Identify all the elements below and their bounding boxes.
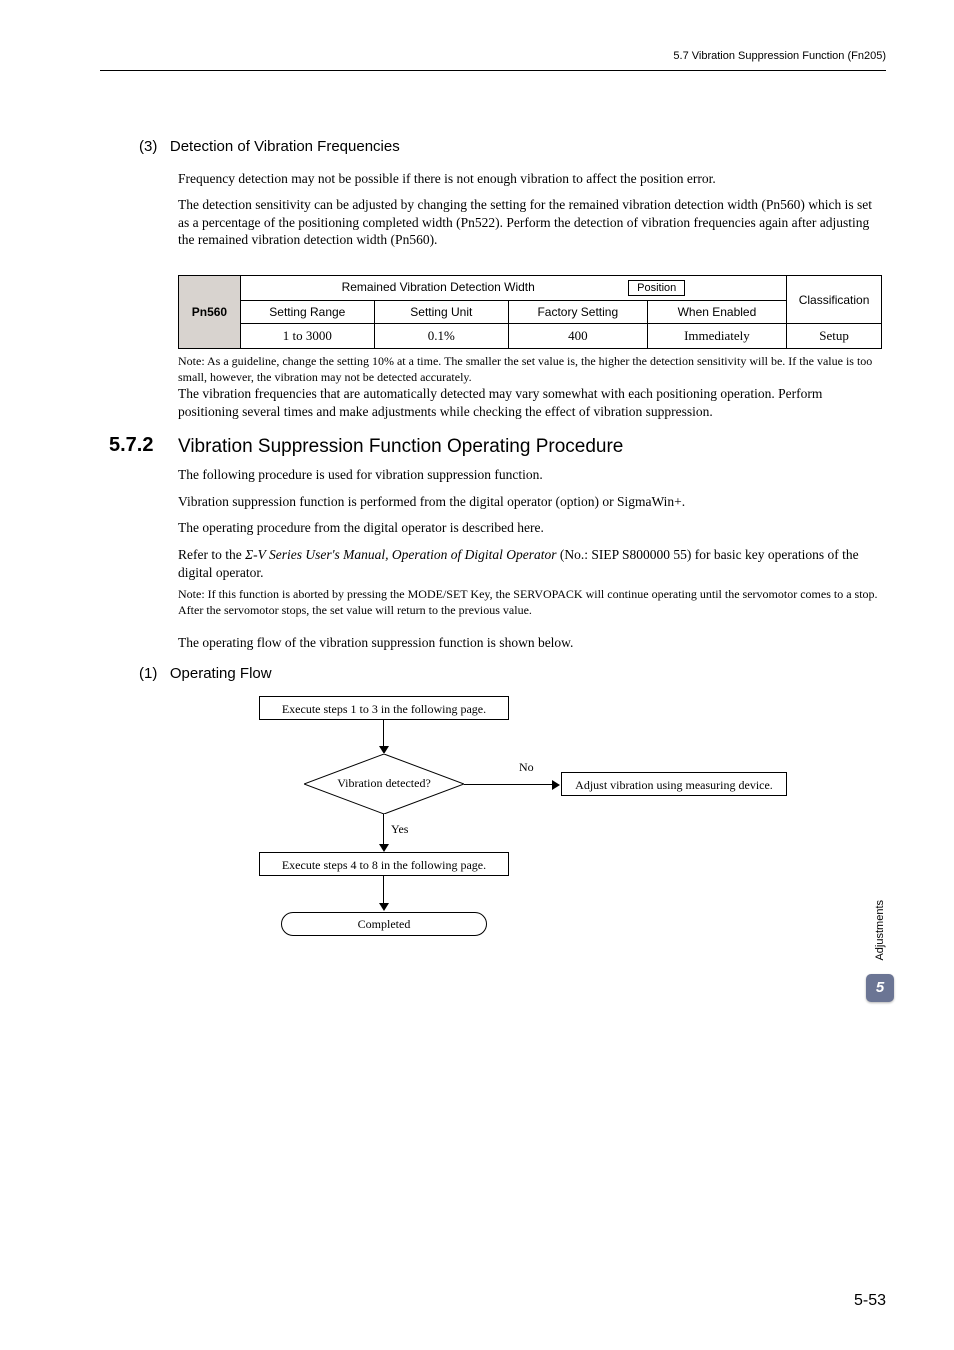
th-factory: Factory Setting [508, 301, 647, 324]
val-enabled: Immediately [647, 324, 786, 349]
param-pn: Pn560 [179, 276, 241, 349]
note-1: Note: As a guideline, change the setting… [178, 354, 884, 385]
header-breadcrumb: 5.7 Vibration Suppression Function (Fn20… [673, 50, 886, 62]
note-1-prefix: Note: [178, 354, 205, 368]
parameter-table: Pn560 Remained Vibration Detection Width… [178, 275, 882, 349]
val-classification: Setup [787, 324, 882, 349]
param-title: Remained Vibration Detection Width [342, 280, 535, 294]
para-8: The operating flow of the vibration supp… [178, 634, 884, 652]
arrow-down-icon [379, 903, 389, 911]
p7-pre: Refer to the [178, 547, 245, 562]
val-factory: 400 [508, 324, 647, 349]
flow-box-2: Adjust vibration using measuring device. [561, 772, 787, 796]
section-572-title: Vibration Suppression Function Operating… [178, 436, 623, 458]
flow-line [383, 876, 384, 906]
header-divider [100, 70, 886, 71]
flow-terminal: Completed [281, 912, 487, 936]
flowchart: Execute steps 1 to 3 in the following pa… [259, 690, 799, 1020]
note-2: Note: If this function is aborted by pre… [178, 587, 884, 618]
side-label: Adjustments [874, 900, 886, 961]
section-3-para-2: The detection sensitivity can be adjuste… [178, 196, 884, 249]
p7-sigma: Σ [245, 547, 253, 562]
section-3-para-1: Frequency detection may not be possible … [178, 170, 884, 188]
arrow-right-icon [552, 780, 560, 790]
flow-yes-label: Yes [391, 822, 408, 837]
arrow-down-icon [379, 844, 389, 852]
flow-box-1: Execute steps 1 to 3 in the following pa… [259, 696, 509, 720]
val-range: 1 to 3000 [240, 324, 374, 349]
section-572-num: 5.7.2 [109, 434, 153, 457]
arrow-down-icon [379, 746, 389, 754]
th-unit: Setting Unit [374, 301, 508, 324]
section-3-num: (3) [139, 138, 157, 155]
flow-line [383, 814, 384, 846]
param-title-cell: Remained Vibration Detection Width Posit… [240, 276, 786, 301]
section-flow-heading: (1) Operating Flow [139, 665, 272, 682]
flow-decision: Vibration detected? [304, 754, 464, 814]
th-range: Setting Range [240, 301, 374, 324]
val-unit: 0.1% [374, 324, 508, 349]
side-tab: Adjustments 5 [866, 900, 894, 1002]
para-4: The following procedure is used for vibr… [178, 466, 884, 484]
page-number: 5-53 [854, 1292, 886, 1310]
para-5: Vibration suppression function is perfor… [178, 493, 884, 511]
section-flow-title: Operating Flow [170, 665, 272, 682]
flow-no-label: No [519, 760, 534, 775]
note-1-body: As a guideline, change the setting 10% a… [178, 354, 872, 384]
p7-italic: -V Series User's Manual, Operation of Di… [253, 547, 556, 562]
section-3-heading: (3) Detection of Vibration Frequencies [139, 138, 400, 155]
section-flow-num: (1) [139, 665, 157, 682]
flow-line-h [464, 784, 554, 785]
note-2-prefix: Note: [178, 587, 205, 601]
classification-header: Classification [787, 276, 882, 324]
chapter-badge: 5 [866, 974, 894, 1002]
para-3: The vibration frequencies that are autom… [178, 385, 884, 420]
para-7: Refer to the Σ-V Series User's Manual, O… [178, 546, 884, 581]
flow-decision-label: Vibration detected? [304, 776, 464, 791]
position-box: Position [628, 280, 685, 296]
flow-line [383, 720, 384, 748]
para-6: The operating procedure from the digital… [178, 519, 884, 537]
section-3-title: Detection of Vibration Frequencies [170, 138, 400, 155]
flow-box-3: Execute steps 4 to 8 in the following pa… [259, 852, 509, 876]
note-2-body: If this function is aborted by pressing … [178, 587, 878, 617]
th-enabled: When Enabled [647, 301, 786, 324]
